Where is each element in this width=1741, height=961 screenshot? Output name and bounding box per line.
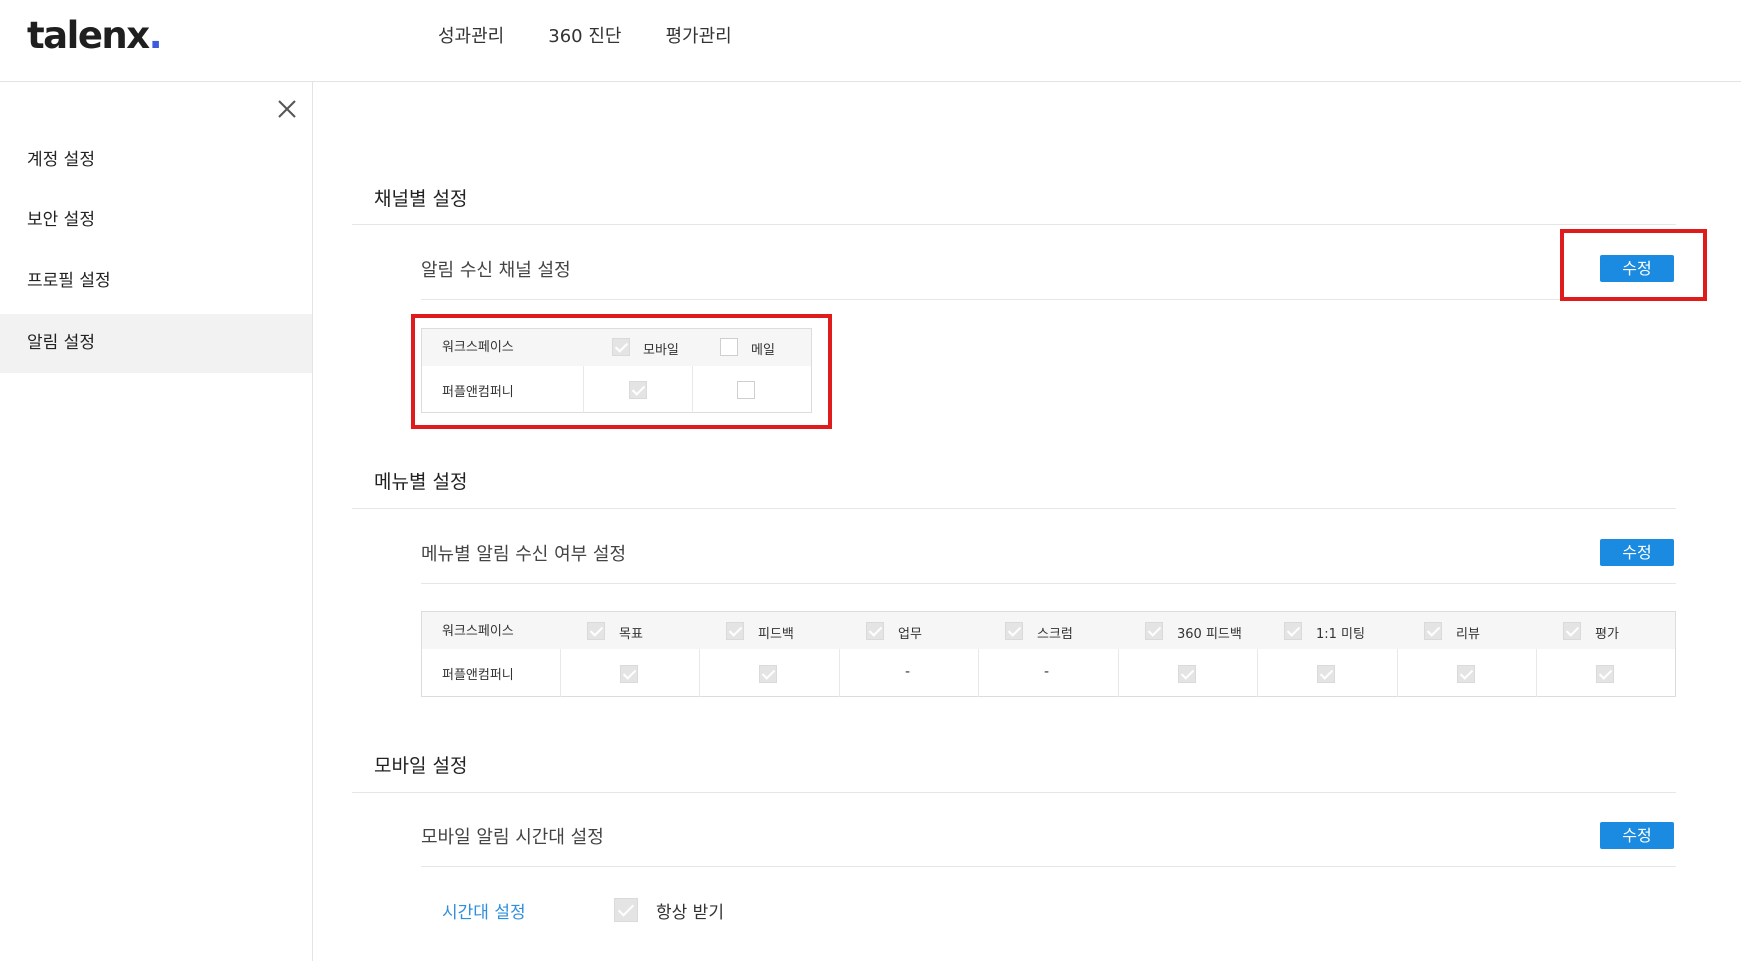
channel-section-title: 채널별 설정 <box>374 188 468 210</box>
review-checkbox[interactable] <box>1457 665 1475 683</box>
divider <box>1118 649 1119 697</box>
header-task: 업무 <box>898 627 922 642</box>
header-mail: 메일 <box>751 343 775 358</box>
mail-all-checkbox[interactable] <box>720 338 738 356</box>
mobile-section-title: 모바일 설정 <box>374 755 468 777</box>
header-scrum: 스크럼 <box>1037 627 1073 642</box>
divider <box>352 508 1676 509</box>
divider <box>1536 649 1537 697</box>
header-workspace: 워크스페이스 <box>442 624 514 639</box>
always-receive-checkbox[interactable] <box>614 898 638 922</box>
logo[interactable]: talenx. <box>27 14 163 57</box>
row-workspace: 퍼플앤컴퍼니 <box>442 385 514 400</box>
header-feedback: 피드백 <box>758 627 794 642</box>
always-receive-label: 항상 받기 <box>656 903 724 923</box>
mobile-row-label: 모바일 알림 시간대 설정 <box>421 827 604 848</box>
mobile-all-checkbox[interactable] <box>612 338 630 356</box>
task-value: - <box>905 664 911 680</box>
mail-checkbox[interactable] <box>737 381 755 399</box>
review-all-checkbox[interactable] <box>1424 622 1442 640</box>
divider <box>421 866 1676 867</box>
mobile-edit-button[interactable]: 수정 <box>1600 822 1674 849</box>
divider <box>699 649 700 697</box>
top-bar: talenx. 성과관리 360 진단 평가관리 <box>0 0 1741 82</box>
menu-table: 워크스페이스 목표 피드백 업무 스크럼 360 피드백 1:1 미팅 리뷰 평… <box>421 611 1676 697</box>
goal-checkbox[interactable] <box>620 665 638 683</box>
header-goal: 목표 <box>619 627 643 642</box>
feedback360-checkbox[interactable] <box>1178 665 1196 683</box>
divider <box>839 649 840 697</box>
channel-row-label: 알림 수신 채널 설정 <box>421 260 571 281</box>
feedback-checkbox[interactable] <box>759 665 777 683</box>
task-all-checkbox[interactable] <box>866 622 884 640</box>
nav-item-evaluation[interactable]: 평가관리 <box>665 24 731 50</box>
mobile-checkbox[interactable] <box>629 381 647 399</box>
close-icon[interactable] <box>274 96 300 122</box>
divider <box>978 649 979 697</box>
meeting-all-checkbox[interactable] <box>1284 622 1302 640</box>
feedback-all-checkbox[interactable] <box>726 622 744 640</box>
goal-all-checkbox[interactable] <box>587 622 605 640</box>
menu-edit-button[interactable]: 수정 <box>1600 539 1674 566</box>
scrum-all-checkbox[interactable] <box>1005 622 1023 640</box>
header-mobile: 모바일 <box>643 343 679 358</box>
divider <box>692 366 693 413</box>
divider <box>1257 649 1258 697</box>
channel-table: 워크스페이스 모바일 메일 퍼플앤컴퍼니 <box>421 328 812 413</box>
header-evaluation: 평가 <box>1595 627 1619 642</box>
header-feedback360: 360 피드백 <box>1177 627 1242 642</box>
scrum-value: - <box>1044 664 1050 680</box>
sidebar-item-account[interactable]: 계정 설정 <box>0 131 312 190</box>
top-nav: 성과관리 360 진단 평가관리 <box>438 24 776 50</box>
divider <box>352 792 1676 793</box>
divider <box>560 649 561 697</box>
menu-row-label: 메뉴별 알림 수신 여부 설정 <box>421 544 627 565</box>
sidebar-item-profile[interactable]: 프로필 설정 <box>0 252 312 311</box>
header-workspace: 워크스페이스 <box>442 340 514 355</box>
meeting-checkbox[interactable] <box>1317 665 1335 683</box>
evaluation-all-checkbox[interactable] <box>1563 622 1581 640</box>
divider <box>421 299 1676 300</box>
nav-item-performance[interactable]: 성과관리 <box>438 24 504 50</box>
evaluation-checkbox[interactable] <box>1596 665 1614 683</box>
channel-edit-button[interactable]: 수정 <box>1600 255 1674 282</box>
sidebar-item-notification[interactable]: 알림 설정 <box>0 314 312 373</box>
divider <box>1397 649 1398 697</box>
header-review: 리뷰 <box>1456 627 1480 642</box>
divider <box>583 366 584 413</box>
row-workspace: 퍼플앤컴퍼니 <box>442 668 514 683</box>
sidebar-item-security[interactable]: 보안 설정 <box>0 191 312 250</box>
settings-sidebar: 계정 설정 보안 설정 프로필 설정 알림 설정 <box>0 82 313 961</box>
logo-dot: . <box>148 14 163 57</box>
logo-text: talenx <box>27 14 150 57</box>
nav-item-360[interactable]: 360 진단 <box>548 24 621 50</box>
time-setting-link[interactable]: 시간대 설정 <box>442 898 526 923</box>
header-meeting: 1:1 미팅 <box>1316 627 1365 642</box>
divider <box>352 224 1676 225</box>
feedback360-all-checkbox[interactable] <box>1145 622 1163 640</box>
divider <box>421 583 1676 584</box>
menu-section-title: 메뉴별 설정 <box>374 471 468 493</box>
